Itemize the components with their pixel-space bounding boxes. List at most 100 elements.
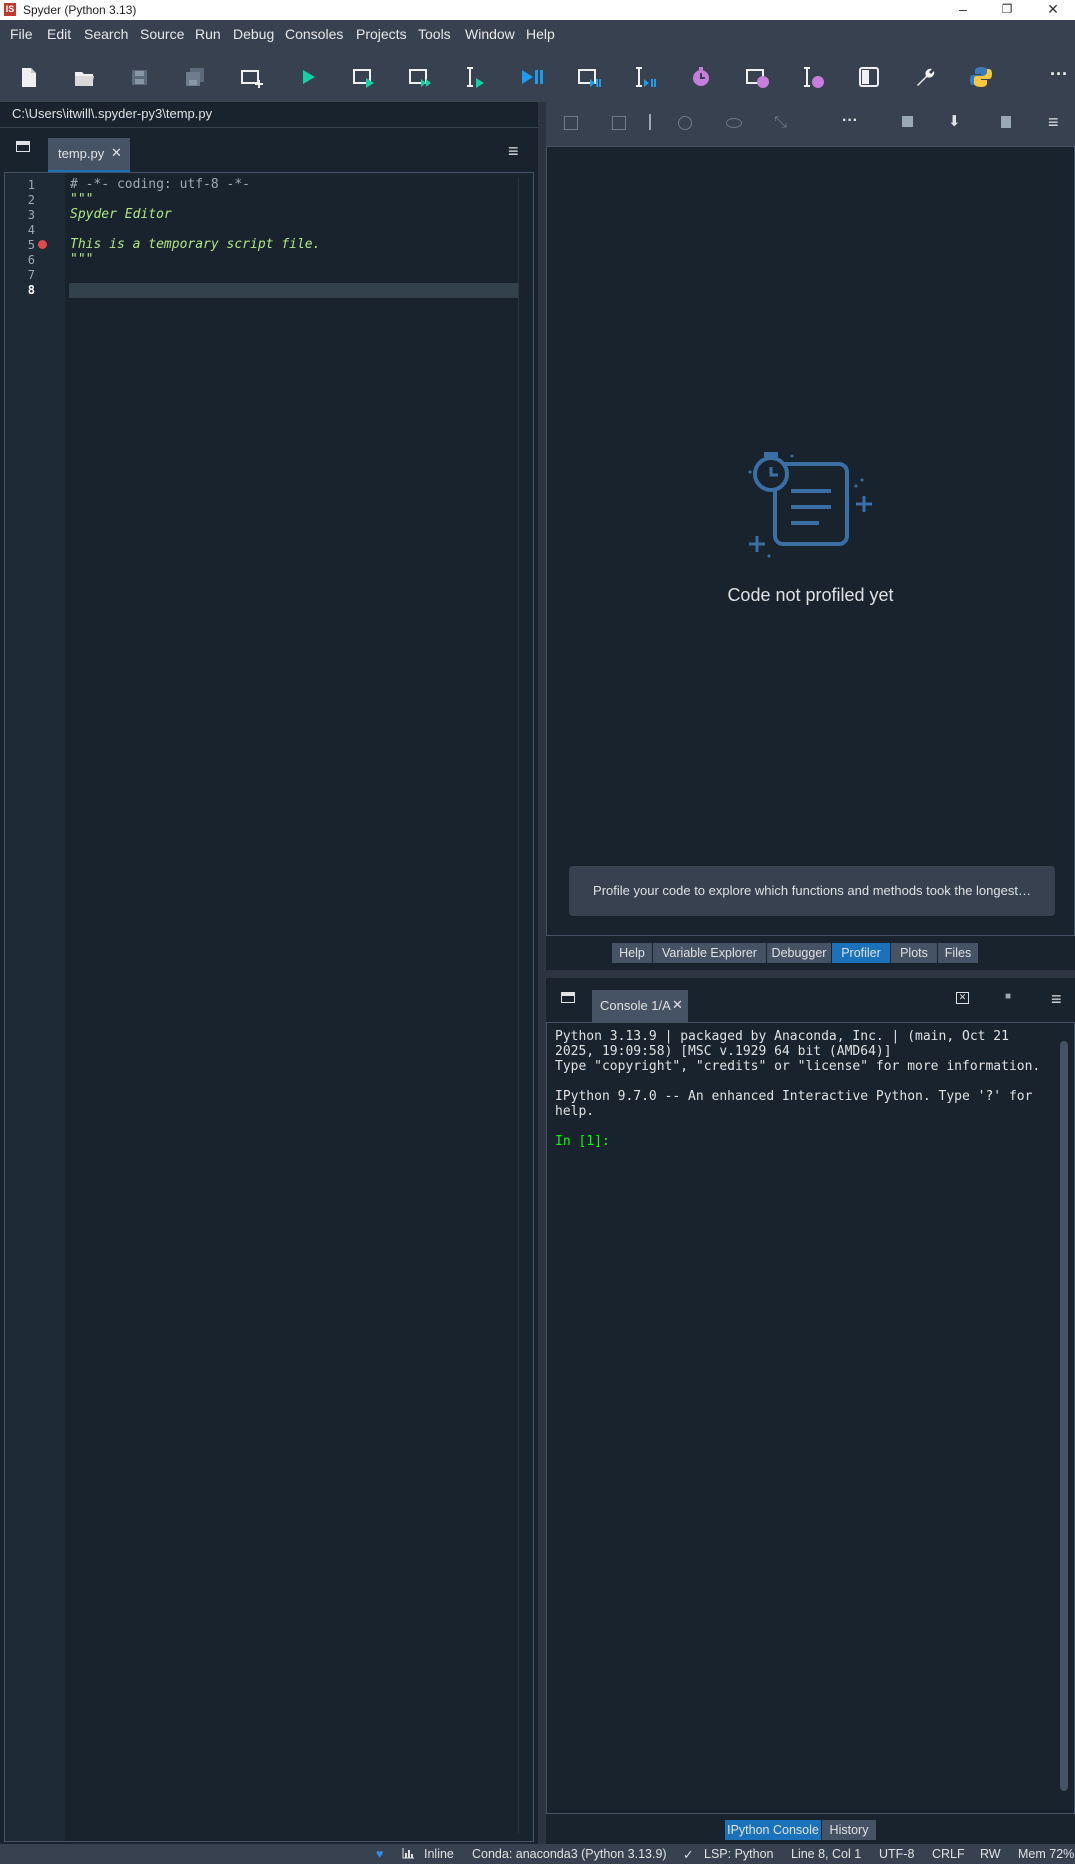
save-file-icon[interactable] <box>125 63 153 91</box>
profiler-hint: Profile your code to explore which funct… <box>569 866 1055 916</box>
tab-console-1a[interactable]: Console 1/A ✕ <box>592 990 688 1025</box>
collapse-icon[interactable] <box>564 116 578 130</box>
editor-options-icon[interactable]: ≡ <box>508 141 519 162</box>
run-selection-icon[interactable] <box>462 63 490 91</box>
menu-window[interactable]: Window <box>465 26 515 42</box>
preferences-wrench-icon[interactable] <box>911 63 939 91</box>
menu-help[interactable]: Help <box>526 26 555 42</box>
python-path-manager-icon[interactable] <box>967 63 995 91</box>
tab-temp-py[interactable]: temp.py ✕ <box>48 138 130 173</box>
maximize-pane-icon[interactable] <box>855 63 883 91</box>
profile-cell-icon[interactable] <box>743 63 771 91</box>
menu-projects[interactable]: Projects <box>356 26 407 42</box>
slow-locals-icon[interactable]: ⤡ <box>774 114 787 132</box>
tab-variable-explorer[interactable]: Variable Explorer <box>653 943 766 963</box>
new-file-icon[interactable] <box>14 63 42 91</box>
inline-backend-status[interactable]: Inline <box>424 1847 454 1861</box>
tab-help[interactable]: Help <box>612 943 652 963</box>
toolbar-more-button[interactable]: ··· <box>1050 64 1068 85</box>
code-line: # -*- coding: utf-8 -*- <box>70 177 251 192</box>
breakpoint-icon[interactable] <box>38 240 47 249</box>
console-options-icon[interactable]: ≡ <box>1051 989 1062 1010</box>
debug-file-icon[interactable] <box>518 63 546 91</box>
spyder-logo-icon: IS <box>4 3 16 16</box>
code-line: This is a temporary script file. <box>70 237 321 252</box>
profiler-more-icon[interactable]: ··· <box>842 112 858 130</box>
tab-profiler[interactable]: Profiler <box>832 943 890 963</box>
run-cell-icon[interactable] <box>350 63 378 91</box>
memory-status: Mem 72% <box>1018 1847 1075 1861</box>
open-file-icon[interactable] <box>70 63 98 91</box>
debug-cell-icon[interactable] <box>575 63 603 91</box>
run-file-icon[interactable] <box>294 63 322 91</box>
kite-heart-icon: ♥ <box>376 1847 384 1861</box>
current-line-highlight <box>69 283 519 298</box>
debug-selection-icon[interactable] <box>631 63 659 91</box>
browse-consoles-icon[interactable] <box>561 992 575 1003</box>
line-number[interactable]: 7 <box>28 268 35 282</box>
vertical-splitter[interactable] <box>538 102 546 1844</box>
clear-console-icon[interactable]: ✕ <box>956 992 969 1004</box>
ipython-console[interactable]: Python 3.13.9 | packaged by Anaconda, In… <box>546 1022 1075 1814</box>
profile-selection-icon[interactable] <box>799 63 827 91</box>
line-number[interactable]: 2 <box>28 193 35 207</box>
tab-ipython-console[interactable]: IPython Console <box>725 1820 821 1840</box>
encoding-status: UTF-8 <box>879 1847 915 1861</box>
clear-data-icon[interactable] <box>1001 116 1011 128</box>
lsp-check-icon: ✓ <box>683 1848 694 1862</box>
line-number[interactable]: 6 <box>28 253 35 267</box>
minimize-button[interactable]: – <box>941 0 985 20</box>
profiler-options-icon[interactable]: ≡ <box>1048 112 1059 133</box>
create-cell-icon[interactable] <box>238 63 266 91</box>
line-number[interactable]: 1 <box>28 178 35 192</box>
tab-debugger[interactable]: Debugger <box>767 943 831 963</box>
toolbar-separator <box>649 114 651 130</box>
menu-source[interactable]: Source <box>140 26 184 42</box>
run-cell-advance-icon[interactable] <box>406 63 434 91</box>
close-console-icon[interactable]: ✕ <box>672 997 683 1013</box>
profile-file-icon[interactable] <box>687 63 715 91</box>
line-number[interactable]: 3 <box>28 208 35 222</box>
close-window-button[interactable]: ✕ <box>1031 0 1075 20</box>
home-icon[interactable] <box>678 116 692 130</box>
editor-scrollbar[interactable] <box>518 177 529 1833</box>
line-number[interactable]: 4 <box>28 223 35 237</box>
lsp-status[interactable]: LSP: Python <box>704 1847 774 1861</box>
tab-label: temp.py <box>58 146 105 161</box>
load-data-icon[interactable]: ⬇ <box>948 112 961 130</box>
menu-run[interactable]: Run <box>195 26 221 42</box>
line-number[interactable]: 5 <box>28 238 35 252</box>
save-all-icon[interactable] <box>181 63 209 91</box>
conda-env-status[interactable]: Conda: anaconda3 (Python 3.13.9) <box>472 1847 667 1861</box>
code-editor[interactable]: 12345678 # -*- coding: utf-8 -*- """ Spyde… <box>4 172 534 1842</box>
menu-tools[interactable]: Tools <box>418 26 451 42</box>
cursor-position: Line 8, Col 1 <box>791 1847 862 1861</box>
hide-icon[interactable] <box>726 118 742 128</box>
console-scroll-thumb[interactable] <box>1060 1041 1068 1791</box>
browse-tabs-icon[interactable] <box>16 141 30 152</box>
save-data-icon[interactable] <box>902 116 913 127</box>
interrupt-kernel-icon[interactable]: ■ <box>1005 991 1011 1002</box>
close-tab-icon[interactable]: ✕ <box>111 145 122 161</box>
console-bottom-tab-bar: IPython Console History <box>546 1814 1075 1844</box>
horizontal-splitter[interactable] <box>546 970 1075 978</box>
expand-icon[interactable] <box>612 116 626 130</box>
tab-files[interactable]: Files <box>938 943 978 963</box>
console-tab-label: Console 1/A <box>600 998 671 1013</box>
menu-search[interactable]: Search <box>84 26 128 42</box>
console-prompt[interactable]: In [1]: <box>555 1134 610 1149</box>
restore-button[interactable]: ❐ <box>985 0 1029 20</box>
console-scrollbar[interactable] <box>1058 1029 1070 1805</box>
menu-edit[interactable]: Edit <box>47 26 71 42</box>
window-title: Spyder (Python 3.13) <box>23 3 137 17</box>
console-line: help. <box>555 1104 595 1119</box>
tab-plots[interactable]: Plots <box>891 943 937 963</box>
menu-consoles[interactable]: Consoles <box>285 26 343 42</box>
profiler-empty-icon <box>748 452 872 558</box>
editor-path-bar: C:\Users\itwill\.spyder-py3\temp.py <box>0 102 538 126</box>
menu-debug[interactable]: Debug <box>233 26 274 42</box>
tab-history[interactable]: History <box>822 1820 876 1840</box>
line-number[interactable]: 8 <box>28 283 35 297</box>
console-line: 2025, 19:09:58) [MSC v.1929 64 bit (AMD6… <box>555 1044 892 1059</box>
menu-file[interactable]: File <box>10 26 33 42</box>
